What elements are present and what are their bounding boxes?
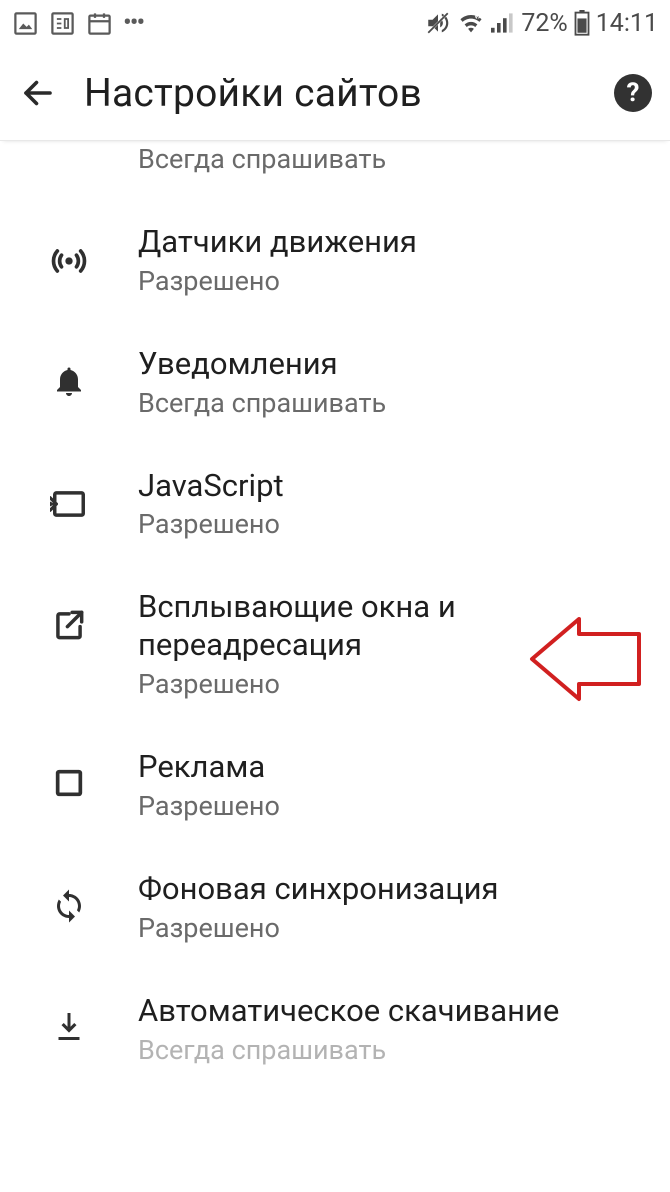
list-item-background-sync[interactable]: Фоновая синхронизация Разрешено [0,846,670,968]
javascript-icon [50,485,88,523]
bell-icon [51,363,87,399]
list-item-notifications[interactable]: Уведомления Всегда спрашивать [0,321,670,443]
status-left: ••• [12,8,143,38]
list-item-motion-sensors[interactable]: Датчики движения Разрешено [0,199,670,321]
sync-icon [51,888,87,924]
page-title: Настройки сайтов [84,70,586,116]
list-item-popups-redirects[interactable]: Всплывающие окна и переадресация Разреше… [0,564,670,724]
status-bar: ••• x 72% 14:11 [0,0,670,46]
image-icon [12,10,39,37]
list-item-javascript[interactable]: JavaScript Разрешено [0,443,670,565]
calendar-icon [86,10,113,37]
list-item-title: Всплывающие окна и переадресация [138,588,646,664]
svg-text:x: x [477,15,480,21]
ads-icon [52,766,86,800]
list-item-subtitle: Разрешено [138,265,646,297]
download-icon [51,1010,87,1046]
list-item-subtitle: Всегда спрашивать [138,143,670,175]
motion-sensor-icon [49,241,89,281]
list-item-title: Реклама [138,748,646,786]
help-button[interactable]: ? [614,74,652,112]
list-item-auto-download[interactable]: Автоматическое скачивание Всегда спрашив… [0,968,670,1066]
list-item-subtitle: Разрешено [138,668,646,700]
more-icon: ••• [123,8,143,38]
back-icon[interactable] [20,75,56,111]
battery-pct: 72% [521,9,567,38]
list-item-title: Датчики движения [138,223,646,261]
popup-icon [50,606,88,644]
wifi-icon: x [457,12,485,34]
list-item-subtitle: Всегда спрашивать [138,387,646,419]
list-item-partial-top[interactable]: Всегда спрашивать [0,141,670,199]
signal-icon [491,12,515,34]
clock: 14:11 [596,9,658,38]
list-item-subtitle: Разрешено [138,508,646,540]
app-bar: Настройки сайтов ? [0,46,670,141]
news-icon [49,10,76,37]
list-item-title: Уведомления [138,345,646,383]
list-item-ads[interactable]: Реклама Разрешено [0,724,670,846]
list-item-subtitle: Разрешено [138,790,646,822]
list-item-subtitle: Всегда спрашивать [138,1034,670,1066]
list-item-title: Фоновая синхронизация [138,870,646,908]
list-item-title: JavaScript [138,467,646,505]
list-item-title: Автоматическое скачивание [138,992,670,1030]
vibrate-icon [425,10,451,36]
settings-list: Всегда спрашивать Датчики движения Разре… [0,141,670,1066]
battery-icon [574,10,590,36]
status-right: x 72% 14:11 [425,9,658,38]
list-item-subtitle: Разрешено [138,912,646,944]
